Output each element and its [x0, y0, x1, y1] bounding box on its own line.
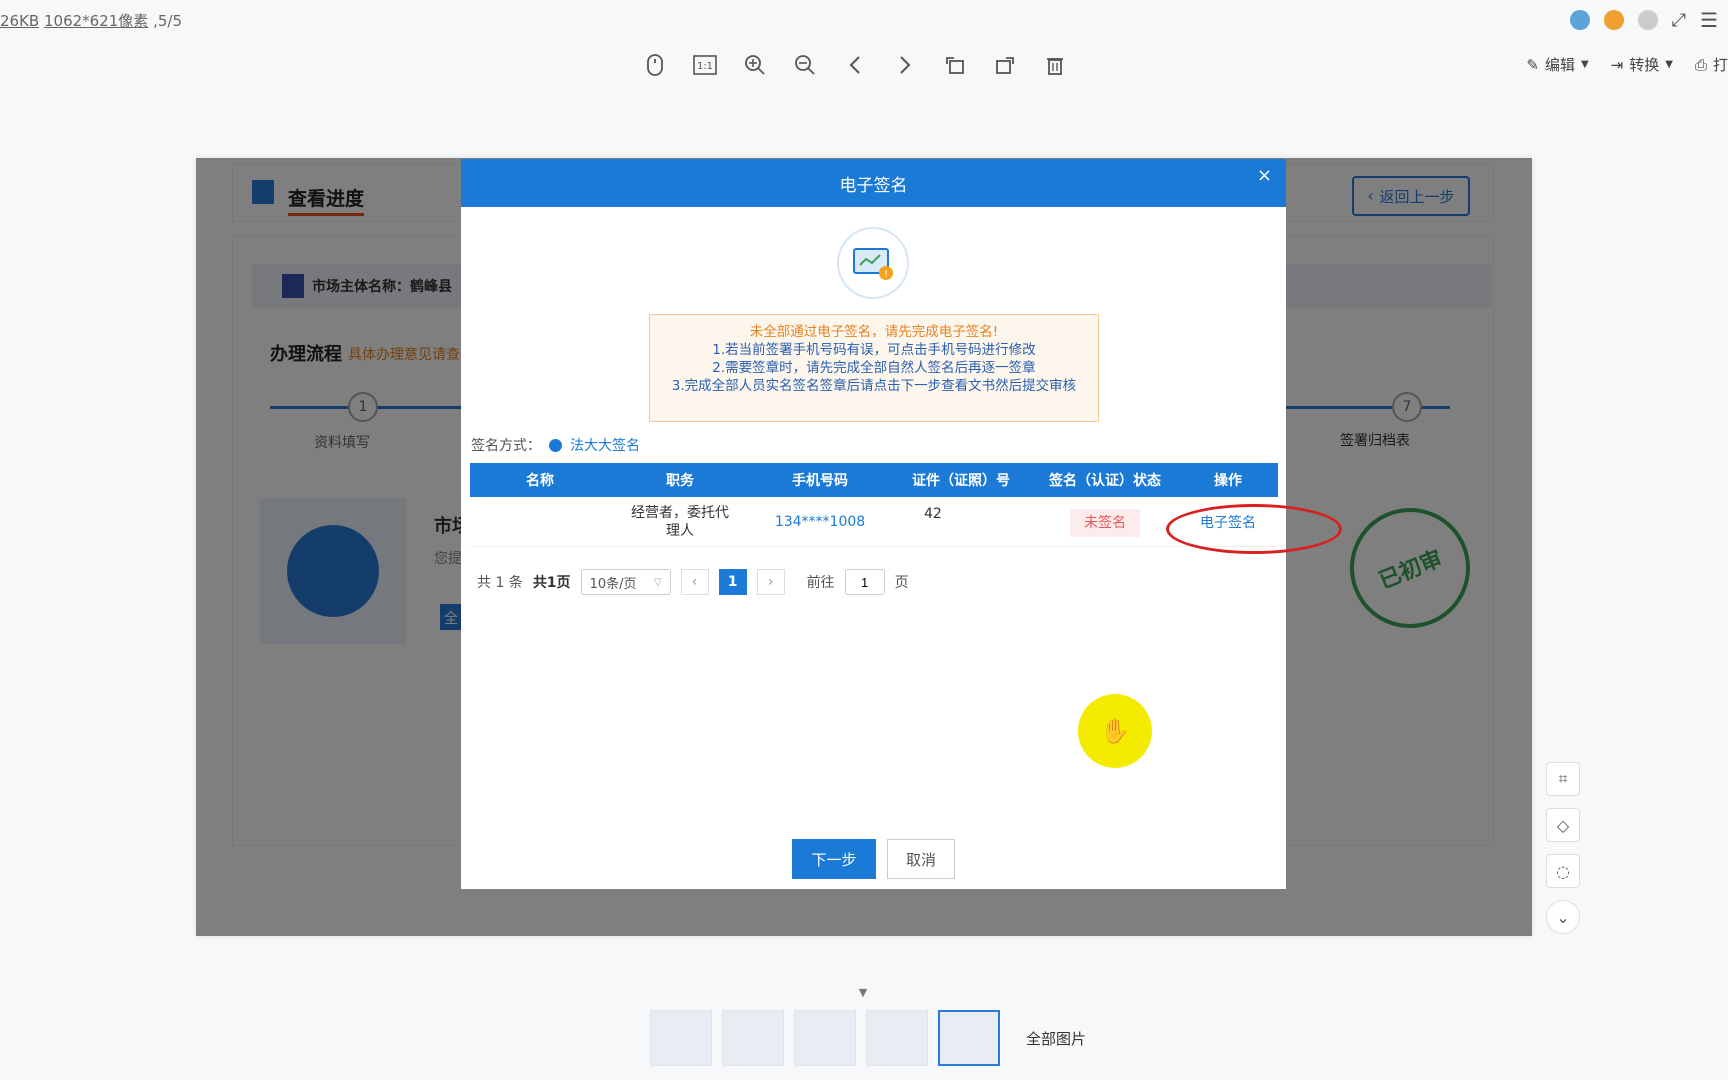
- convert-label: 转换: [1629, 56, 1660, 74]
- esign-modal: 电子签名 × ! 未全部通过电子签名，请先完成电子签名! 1.若当前签署手机号码…: [461, 159, 1342, 889]
- svg-text:1:1: 1:1: [697, 61, 713, 72]
- zoom-in-icon[interactable]: [740, 50, 770, 80]
- chevron-down-icon: ▽: [653, 576, 662, 588]
- prev-icon[interactable]: [840, 50, 870, 80]
- file-size: 26KB: [0, 12, 40, 30]
- notice-line-3: 3.完成全部人员实名签名签章后请点击下一步查看文书然后提交审核: [671, 378, 1077, 394]
- all-images-link[interactable]: 全部图片: [1026, 1028, 1086, 1049]
- cancel-button[interactable]: 取消: [887, 839, 955, 879]
- convert-icon: ⇥: [1610, 55, 1624, 74]
- modal-title: 电子签名: [839, 175, 908, 196]
- rotate-right-icon[interactable]: [990, 50, 1020, 80]
- sign-mode-label: 签名方式：: [471, 438, 541, 454]
- cell-phone[interactable]: 134****1008: [750, 514, 890, 530]
- pagination: 共 1 条 共1页 10条/页 ▽ ‹ 1 › 前往 页: [477, 569, 909, 595]
- sign-mode: 签名方式： 法大大签名: [471, 435, 640, 455]
- convert-menu[interactable]: ⇥ 转换 ▼: [1611, 54, 1673, 75]
- svg-text:!: !: [884, 269, 888, 280]
- col-phone: 手机号码: [792, 473, 848, 489]
- prev-page-button[interactable]: ‹: [680, 569, 709, 595]
- document-image: 查看进度 ‹ 返回上一步 市场主体名称：鹤峰县 办理流程 具体办理意见请查 1 …: [196, 158, 1532, 936]
- browser-icon[interactable]: [1569, 10, 1590, 30]
- cell-status: 未签名: [1032, 508, 1178, 537]
- next-step-button[interactable]: 下一步: [792, 839, 876, 879]
- side-tools: ⌗ ◇ ◌ ⌄: [1546, 762, 1580, 934]
- next-page-button[interactable]: ›: [756, 569, 785, 595]
- edit-label: 编辑: [1544, 56, 1575, 74]
- cursor-highlight: ✋: [1078, 694, 1152, 768]
- goto-page-input[interactable]: [844, 569, 885, 595]
- chevron-down-icon[interactable]: ⌄: [1546, 900, 1580, 934]
- cell-position: 经营者，委托代理人: [631, 504, 729, 539]
- signer-table: 名称 职务 手机号码 证件（证照）号 签名（认证）状态 操作 经营者，委托代理人…: [470, 463, 1342, 554]
- col-name: 名称: [526, 473, 554, 489]
- file-info: 26KB 1062*621像素 ,5/5: [0, 12, 182, 30]
- hand-cursor-icon: ✋: [1100, 717, 1130, 745]
- gift-icon[interactable]: [1603, 10, 1624, 30]
- cell-id: 42: [924, 505, 942, 522]
- zoom-out-icon[interactable]: [790, 50, 820, 80]
- notice-box: 未全部通过电子签名，请先完成电子签名! 1.若当前签署手机号码有误，可点击手机号…: [649, 314, 1099, 422]
- col-status: 签名（认证）状态: [1049, 473, 1161, 489]
- thumbnail[interactable]: [650, 1010, 712, 1066]
- cell-action: 电子签名: [1166, 503, 1342, 554]
- edit-menu[interactable]: ✎ 编辑 ▼: [1526, 54, 1588, 75]
- edit-icon: ✎: [1526, 55, 1539, 74]
- rotate-left-icon[interactable]: [940, 50, 970, 80]
- actual-size-icon[interactable]: 1:1: [690, 50, 720, 80]
- page-size-value: 10条/页: [589, 576, 637, 592]
- thumbnail[interactable]: [722, 1010, 784, 1066]
- thumbnail[interactable]: [866, 1010, 928, 1066]
- notice-warning: 未全部通过电子签名，请先完成电子签名!: [749, 324, 999, 340]
- sign-mode-option[interactable]: 法大大签名: [570, 435, 640, 455]
- chevron-down-icon: ▼: [1580, 59, 1589, 70]
- fullscreen-icon[interactable]: ⤢: [1672, 10, 1686, 31]
- badge-icon[interactable]: [1637, 10, 1658, 30]
- menu-icon[interactable]: ☰: [1700, 8, 1718, 32]
- signature-icon: !: [837, 227, 909, 299]
- col-position: 职务: [666, 473, 694, 489]
- next-icon[interactable]: [890, 50, 920, 80]
- highlight-ring: [1166, 503, 1342, 554]
- mouse-icon[interactable]: [640, 50, 670, 80]
- print-icon: ⎙: [1694, 55, 1707, 74]
- eraser-icon[interactable]: ◇: [1546, 808, 1580, 842]
- table-header: 名称 职务 手机号码 证件（证照）号 签名（认证）状态 操作: [470, 463, 1278, 497]
- delete-icon[interactable]: [1040, 50, 1070, 80]
- goto-label: 前往: [806, 575, 835, 591]
- pager-pages: 共1页: [532, 575, 571, 591]
- print-label: 打: [1712, 56, 1728, 74]
- close-icon[interactable]: ×: [1257, 165, 1272, 186]
- thumbnail[interactable]: [794, 1010, 856, 1066]
- print-button[interactable]: ⎙ 打: [1695, 54, 1728, 75]
- col-action: 操作: [1214, 473, 1242, 489]
- file-dimensions: 1062*621像素: [44, 12, 149, 30]
- image-toolbar: 1:1: [640, 50, 1070, 80]
- collapse-thumbs-icon[interactable]: ▼: [852, 986, 874, 1000]
- ocr-icon[interactable]: ◌: [1546, 854, 1580, 888]
- table-row: 经营者，委托代理人 134****1008 42 未签名 电子签名: [470, 497, 1342, 554]
- page-suffix: 页: [894, 575, 909, 591]
- pager-total: 共 1 条: [477, 575, 523, 591]
- viewer-actions: ✎ 编辑 ▼ ⇥ 转换 ▼ ⎙ 打: [1526, 54, 1728, 75]
- status-badge: 未签名: [1070, 508, 1140, 537]
- crop-icon[interactable]: ⌗: [1546, 762, 1580, 796]
- thumbnail-strip: 全部图片: [650, 1010, 1086, 1066]
- page-size-select[interactable]: 10条/页 ▽: [580, 569, 671, 595]
- notice-line-2: 2.需要签章时，请先完成全部自然人签名后再逐一签章: [712, 360, 1036, 376]
- col-id: 证件（证照）号: [912, 473, 1010, 489]
- modal-header: 电子签名 ×: [461, 159, 1286, 207]
- thumbnail-active[interactable]: [938, 1010, 1000, 1066]
- window-controls: ⤢ ☰: [1569, 8, 1718, 32]
- sign-mode-radio[interactable]: [549, 438, 562, 452]
- chevron-down-icon: ▼: [1665, 59, 1673, 70]
- notice-line-1: 1.若当前签署手机号码有误，可点击手机号码进行修改: [712, 342, 1036, 358]
- file-index: 5/5: [157, 12, 182, 30]
- current-page[interactable]: 1: [718, 569, 747, 595]
